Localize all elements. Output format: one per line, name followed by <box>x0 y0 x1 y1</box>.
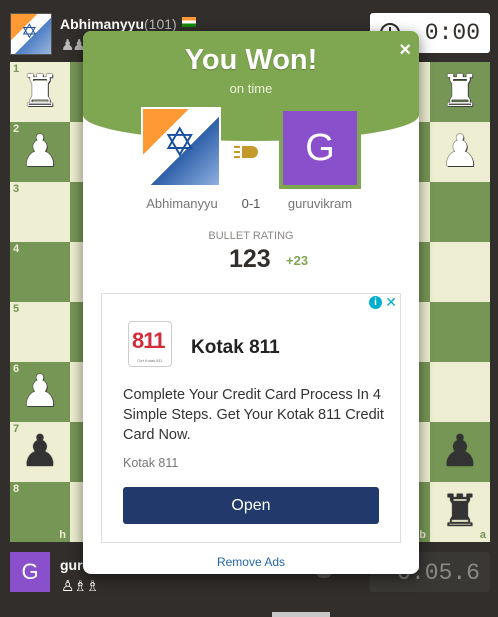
board-square[interactable]: 2 ♟ <box>10 122 70 182</box>
rank-label: 2 <box>13 123 20 135</box>
rating-delta: +23 <box>286 253 309 268</box>
rating-value: 123 <box>229 245 271 273</box>
board-square[interactable]: 1 ♜ <box>10 62 70 122</box>
board-square[interactable]: 6 ♟ <box>10 362 70 422</box>
board-square[interactable] <box>430 302 490 362</box>
board-square[interactable]: ♟ <box>430 122 490 182</box>
black-pawn-icon[interactable]: ♟ <box>440 430 479 474</box>
white-rook-icon[interactable]: ♜ <box>440 70 479 114</box>
modal-subtitle: on time <box>229 81 273 96</box>
file-label: b <box>419 529 426 541</box>
ad-source: Kotak 811 <box>123 456 179 470</box>
info-icon[interactable]: i <box>369 296 382 309</box>
bullet-icon <box>234 144 268 160</box>
board-square[interactable]: 8h <box>10 482 70 542</box>
white-rook-icon[interactable]: ♜ <box>20 70 59 114</box>
winner-avatar[interactable]: ✡ <box>141 107 221 187</box>
white-pawn-icon[interactable]: ♟ <box>20 130 59 174</box>
black-pawn-icon[interactable]: ♟ <box>20 430 59 474</box>
rank-label: 1 <box>13 63 20 75</box>
ad-open-button[interactable]: Open <box>123 487 379 524</box>
winner-name[interactable]: Abhimanyyu <box>143 196 221 211</box>
modal-title: You Won! <box>184 44 318 76</box>
star-icon: ✡ <box>21 21 38 43</box>
rank-label: 6 <box>13 363 20 375</box>
board-square[interactable] <box>430 242 490 302</box>
kotak-logo: 811 Get Kotak 811 <box>128 321 172 367</box>
game-score: 0-1 <box>241 196 261 211</box>
board-square[interactable]: 4 <box>10 242 70 302</box>
board-square[interactable]: ♜ a <box>430 482 490 542</box>
board-square[interactable]: ♟ <box>430 422 490 482</box>
game-over-modal: You Won! on time × ✡ G Abhimanyyu 0-1 gu… <box>83 31 419 574</box>
top-clock-time: 0:00 <box>424 20 480 46</box>
loser-name[interactable]: guruvikram <box>279 196 361 211</box>
advertisement[interactable]: i ✕ 811 Get Kotak 811 Kotak 811 Complete… <box>101 293 401 543</box>
top-player-rating: (101) <box>144 16 177 32</box>
loser-avatar[interactable]: G <box>279 107 361 189</box>
bottom-captured-pieces: ♙♗♗ <box>61 578 99 595</box>
white-pawn-icon[interactable]: ♟ <box>440 130 479 174</box>
close-icon[interactable]: × <box>399 39 411 62</box>
rating-label: BULLET RATING <box>208 230 294 242</box>
board-square[interactable]: 3 <box>10 182 70 242</box>
bottom-player-avatar[interactable]: G <box>10 552 50 592</box>
board-square[interactable] <box>430 182 490 242</box>
modal-header: You Won! on time × <box>83 31 419 141</box>
board-square[interactable]: 7 ♟ <box>10 422 70 482</box>
india-flag-icon <box>182 17 196 27</box>
rank-label: 4 <box>13 243 20 255</box>
board-square[interactable]: ♜ <box>430 62 490 122</box>
rank-label: 3 <box>13 183 20 195</box>
board-square[interactable]: 5 <box>10 302 70 362</box>
taskbar-strip <box>272 612 330 617</box>
white-pawn-icon[interactable]: ♟ <box>20 370 59 414</box>
bottom-player-name[interactable]: gur <box>60 557 83 573</box>
top-player-name[interactable]: Abhimanyyu <box>60 16 144 32</box>
rank-label: 7 <box>13 423 20 435</box>
ad-brand: Kotak 811 <box>191 337 280 358</box>
star-icon: ✡ <box>163 121 197 165</box>
black-rook-icon[interactable]: ♜ <box>440 490 479 534</box>
logo-subtext: Get Kotak 811 <box>137 358 163 363</box>
board-square[interactable] <box>430 362 490 422</box>
logo-text: 811 <box>132 328 165 353</box>
top-player-avatar[interactable]: ✡ <box>10 13 52 55</box>
rank-label: 8 <box>13 483 20 495</box>
remove-ads-link[interactable]: Remove Ads <box>83 555 419 569</box>
ad-copy: Complete Your Credit Card Process In 4 S… <box>123 387 384 443</box>
file-label: h <box>59 529 66 541</box>
top-captured-pieces: ♟♟ <box>61 37 86 54</box>
rank-label: 5 <box>13 303 20 315</box>
ad-close-icon[interactable]: ✕ <box>385 294 397 311</box>
file-label: a <box>479 529 486 541</box>
